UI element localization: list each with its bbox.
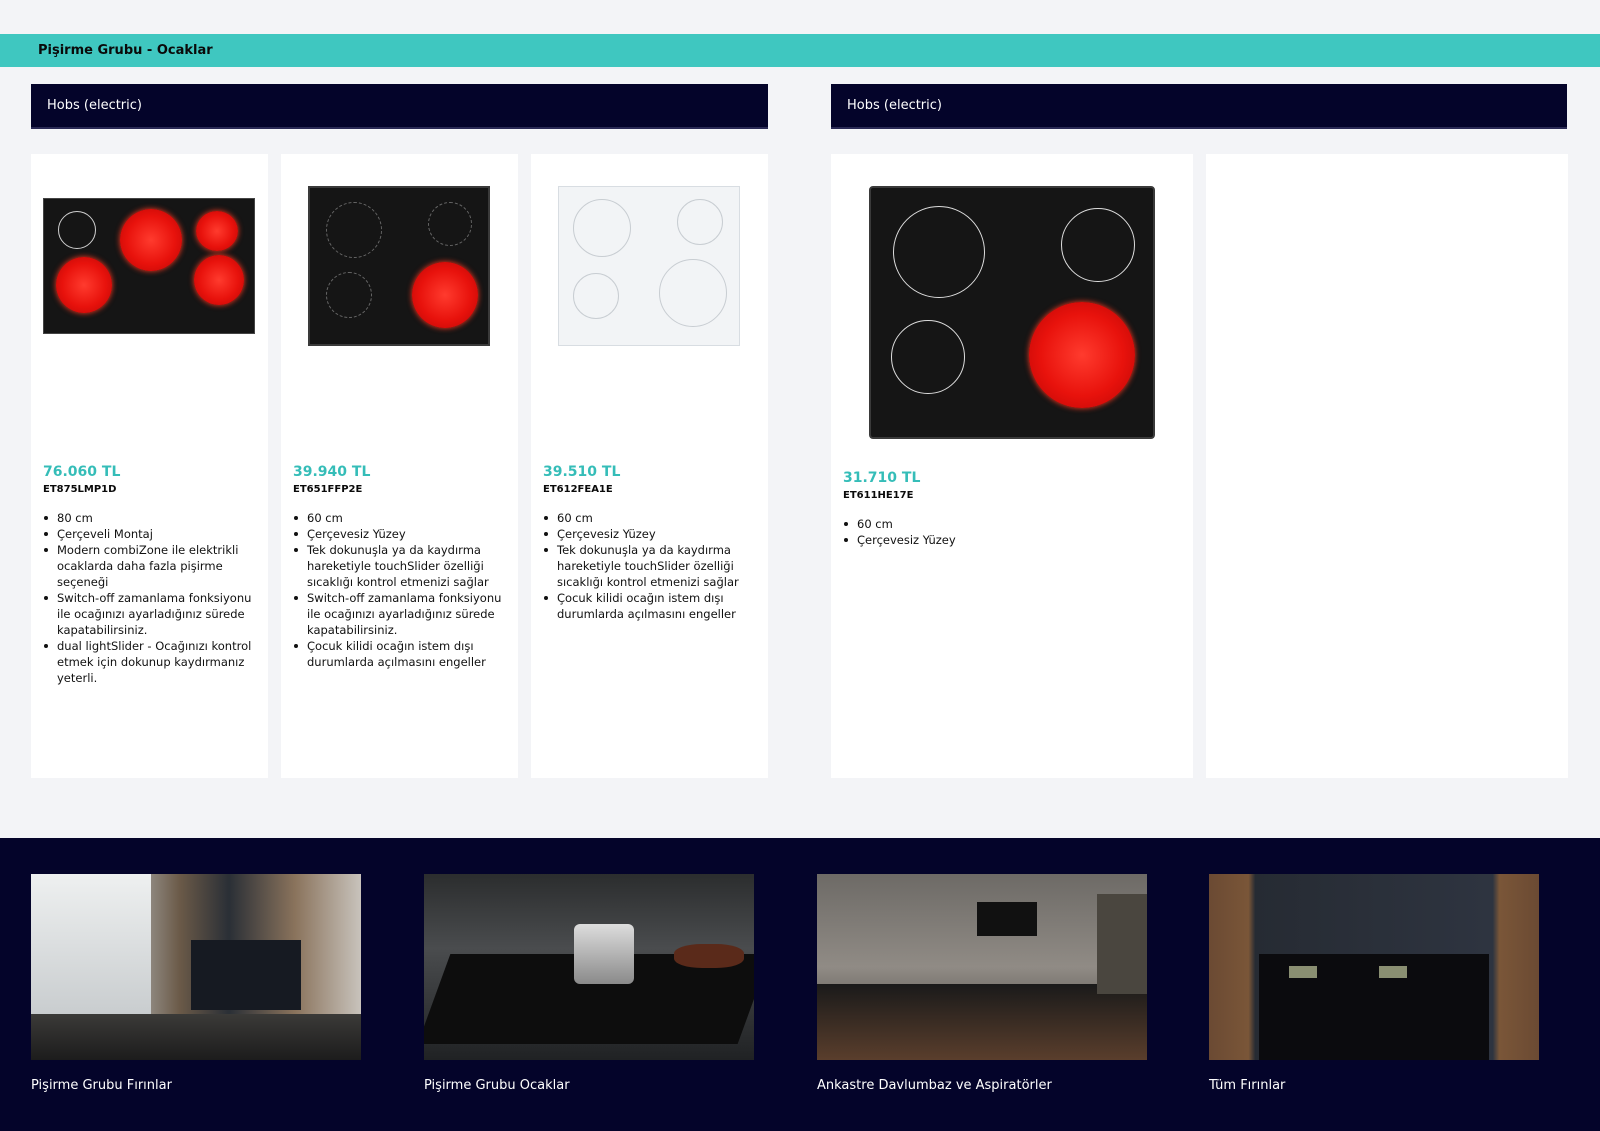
product-price: 39.510 TL <box>543 464 621 480</box>
feature-item: dual lightSlider - Ocağınızı kontrol etm… <box>43 638 263 686</box>
section-heading: Hobs (electric) <box>847 98 942 113</box>
feature-item: Çerçevesiz Yüzey <box>543 526 763 542</box>
feature-list: 60 cm Çerçevesiz Yüzey Tek dokunuşla ya … <box>543 510 763 622</box>
product-price: 76.060 TL <box>43 464 121 480</box>
product-image[interactable] <box>308 186 490 346</box>
feature-item: 80 cm <box>43 510 263 526</box>
feature-item: 60 cm <box>293 510 513 526</box>
product-model: ET611HE17E <box>843 490 914 501</box>
feature-list: 80 cm Çerçeveli Montaj Modern combiZone … <box>43 510 263 686</box>
section-header-right: Hobs (electric) <box>831 84 1567 129</box>
product-card[interactable]: 76.060 TL ET875LMP1D 80 cm Çerçeveli Mon… <box>31 154 268 778</box>
product-model: ET875LMP1D <box>43 484 117 495</box>
footer-tile-image[interactable] <box>1209 874 1539 1060</box>
empty-card <box>1206 154 1568 778</box>
footer-tile-label[interactable]: Tüm Fırınlar <box>1209 1078 1539 1093</box>
footer-tile-image[interactable] <box>817 874 1147 1060</box>
footer-tile-label[interactable]: Pişirme Grubu Fırınlar <box>31 1078 361 1093</box>
footer-links: Pişirme Grubu Fırınlar Pişirme Grubu Oca… <box>0 838 1600 1131</box>
footer-tile-image[interactable] <box>31 874 361 1060</box>
footer-tile-all-ovens[interactable]: Tüm Fırınlar <box>1209 874 1539 1093</box>
feature-item: Modern combiZone ile elektrikli ocaklard… <box>43 542 263 590</box>
product-card[interactable]: 39.510 TL ET612FEA1E 60 cm Çerçevesiz Yü… <box>531 154 768 778</box>
feature-item: Çerçeveli Montaj <box>43 526 263 542</box>
product-price: 39.940 TL <box>293 464 371 480</box>
feature-item: Çerçevesiz Yüzey <box>843 532 1063 548</box>
footer-tile-label[interactable]: Ankastre Davlumbaz ve Aspiratörler <box>817 1078 1147 1093</box>
footer-tile-image[interactable] <box>424 874 754 1060</box>
footer-tile-label[interactable]: Pişirme Grubu Ocaklar <box>424 1078 754 1093</box>
product-image[interactable] <box>869 186 1155 439</box>
footer-tile-hoods[interactable]: Ankastre Davlumbaz ve Aspiratörler <box>817 874 1147 1093</box>
product-card[interactable]: 39.940 TL ET651FFP2E 60 cm Çerçevesiz Yü… <box>281 154 518 778</box>
section-header-left: Hobs (electric) <box>31 84 768 129</box>
product-model: ET612FEA1E <box>543 484 613 495</box>
product-model: ET651FFP2E <box>293 484 363 495</box>
feature-list: 60 cm Çerçevesiz Yüzey <box>843 516 1063 548</box>
footer-tile-hobs[interactable]: Pişirme Grubu Ocaklar <box>424 874 754 1093</box>
feature-item: 60 cm <box>843 516 1063 532</box>
feature-item: Çocuk kilidi ocağın istem dışı durumlard… <box>543 590 763 622</box>
section-heading: Hobs (electric) <box>47 98 142 113</box>
page-title: Pişirme Grubu - Ocaklar <box>38 43 213 58</box>
product-image[interactable] <box>558 186 740 346</box>
feature-item: Switch-off zamanlama fonksiyonu ile ocağ… <box>43 590 263 638</box>
feature-item: Çerçevesiz Yüzey <box>293 526 513 542</box>
feature-item: Çocuk kilidi ocağın istem dışı durumlard… <box>293 638 513 670</box>
product-price: 31.710 TL <box>843 470 921 486</box>
footer-tile-ovens[interactable]: Pişirme Grubu Fırınlar <box>31 874 361 1093</box>
feature-item: Switch-off zamanlama fonksiyonu ile ocağ… <box>293 590 513 638</box>
category-bar: Pişirme Grubu - Ocaklar <box>0 34 1600 67</box>
feature-item: 60 cm <box>543 510 763 526</box>
product-card[interactable]: 31.710 TL ET611HE17E 60 cm Çerçevesiz Yü… <box>831 154 1193 778</box>
feature-item: Tek dokunuşla ya da kaydırma hareketiyle… <box>543 542 763 590</box>
product-image[interactable] <box>43 198 255 334</box>
feature-list: 60 cm Çerçevesiz Yüzey Tek dokunuşla ya … <box>293 510 513 670</box>
feature-item: Tek dokunuşla ya da kaydırma hareketiyle… <box>293 542 513 590</box>
